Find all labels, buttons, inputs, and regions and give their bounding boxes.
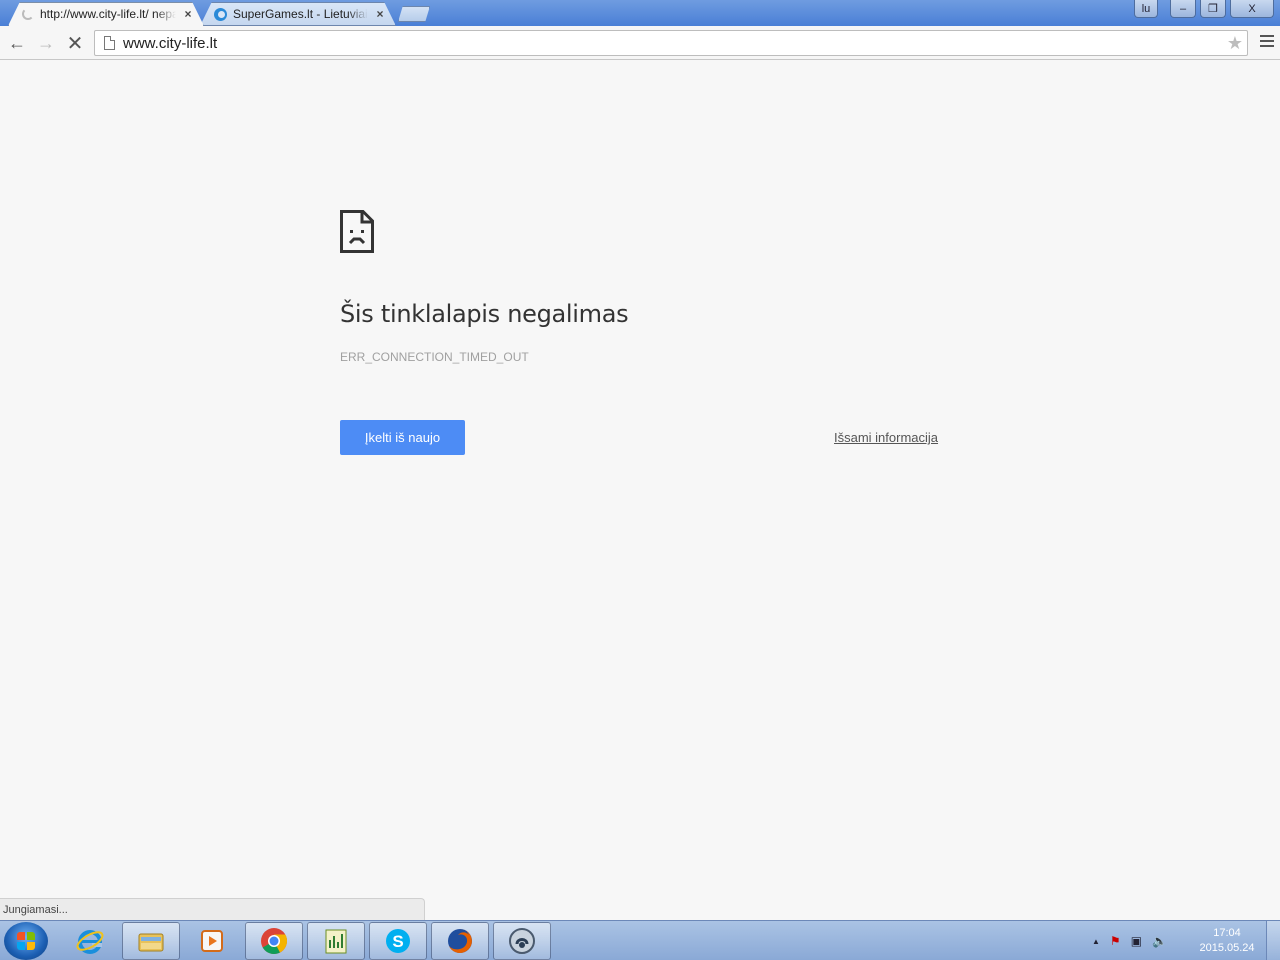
taskbar-firefox[interactable] — [431, 922, 489, 960]
taskbar-teamspeak[interactable] — [493, 922, 551, 960]
error-code: ERR_CONNECTION_TIMED_OUT — [340, 350, 529, 364]
tab-close-icon[interactable]: × — [374, 7, 386, 21]
system-tray: ▲ ⚑ ▣ 🔈 — [1092, 921, 1167, 960]
start-button[interactable] — [4, 922, 48, 960]
error-title: Šis tinklalapis negalimas — [340, 300, 629, 328]
tab-supergames[interactable]: SuperGames.lt - Lietuviai žaidimai × — [200, 2, 396, 26]
tab-content: SuperGames.lt - Lietuviai žaidimai × — [214, 7, 386, 21]
windows-logo-icon — [17, 932, 35, 950]
tab-title: http://www.city-life.lt/ nepasiekiamas — [40, 7, 176, 21]
network-icon[interactable]: ▣ — [1131, 934, 1142, 948]
menu-bar-line — [1260, 35, 1274, 37]
spreadsheet-icon — [325, 929, 347, 954]
taskbar-media-player[interactable] — [183, 922, 241, 960]
details-link[interactable]: Išsami informacija — [834, 430, 938, 445]
action-center-flag-icon[interactable]: ⚑ — [1110, 934, 1121, 948]
maximize-button[interactable]: ❐ — [1200, 0, 1226, 18]
page-icon — [104, 36, 115, 50]
user-profile-button[interactable]: lu — [1134, 0, 1158, 18]
svg-text:S: S — [392, 932, 403, 951]
tab-city-life[interactable]: http://www.city-life.lt/ nepasiekiamas × — [8, 2, 204, 26]
show-hidden-icons-icon[interactable]: ▲ — [1092, 937, 1100, 946]
bookmark-star-icon[interactable]: ★ — [1227, 33, 1243, 54]
teamspeak-icon — [509, 928, 535, 954]
back-arrow-icon[interactable]: ← — [6, 32, 28, 54]
stop-loading-icon[interactable]: ✕ — [64, 32, 86, 55]
close-window-button[interactable]: X — [1230, 0, 1274, 18]
browser-toolbar: ← → ✕ www.city-life.lt ★ — [0, 26, 1280, 60]
minimize-button[interactable]: – — [1170, 0, 1196, 18]
taskbar-internet-explorer[interactable] — [61, 922, 119, 960]
new-tab-button[interactable] — [398, 6, 430, 22]
tab-content: http://www.city-life.lt/ nepasiekiamas × — [22, 7, 194, 21]
tab-title: SuperGames.lt - Lietuviai žaidimai — [233, 7, 368, 21]
sad-page-icon — [340, 210, 374, 253]
taskbar-spreadsheet-editor[interactable] — [307, 922, 365, 960]
forward-arrow-icon[interactable]: → — [35, 32, 57, 54]
url-input[interactable]: www.city-life.lt — [123, 35, 1227, 52]
menu-bar-line — [1260, 40, 1274, 42]
taskbar-windows-explorer[interactable] — [122, 922, 180, 960]
status-bubble: Jungiamasi... — [0, 898, 425, 920]
folder-icon — [138, 933, 164, 952]
menu-bar-line — [1260, 45, 1274, 47]
clock-time: 17:04 — [1213, 927, 1241, 939]
volume-icon[interactable]: 🔈 — [1152, 934, 1167, 948]
tab-close-icon[interactable]: × — [182, 7, 194, 21]
skype-icon: S — [386, 929, 410, 953]
address-bar[interactable]: www.city-life.lt ★ — [94, 30, 1248, 56]
windows-taskbar: S ▲ ⚑ ▣ 🔈 17:04 2015.05.24 — [0, 920, 1280, 960]
taskbar-google-chrome[interactable] — [245, 922, 303, 960]
hamburger-menu-icon[interactable] — [1260, 35, 1274, 49]
media-player-icon — [201, 930, 223, 952]
internet-explorer-icon — [76, 930, 104, 954]
taskbar-skype[interactable]: S — [369, 922, 427, 960]
browser-titlebar: http://www.city-life.lt/ nepasiekiamas ×… — [0, 0, 1280, 26]
show-desktop-button[interactable] — [1266, 921, 1280, 960]
reload-button[interactable]: Įkelti iš naujo — [340, 420, 465, 455]
loading-spinner-icon — [22, 8, 34, 20]
clock-date: 2015.05.24 — [1199, 942, 1255, 954]
taskbar-clock[interactable]: 17:04 2015.05.24 — [1196, 926, 1258, 956]
firefox-icon — [448, 929, 472, 953]
page-content: Šis tinklalapis negalimas ERR_CONNECTION… — [0, 61, 1280, 920]
chrome-icon — [261, 928, 288, 954]
window-controls: lu – ❐ X — [1134, 0, 1274, 18]
supergames-favicon-icon — [214, 7, 227, 21]
